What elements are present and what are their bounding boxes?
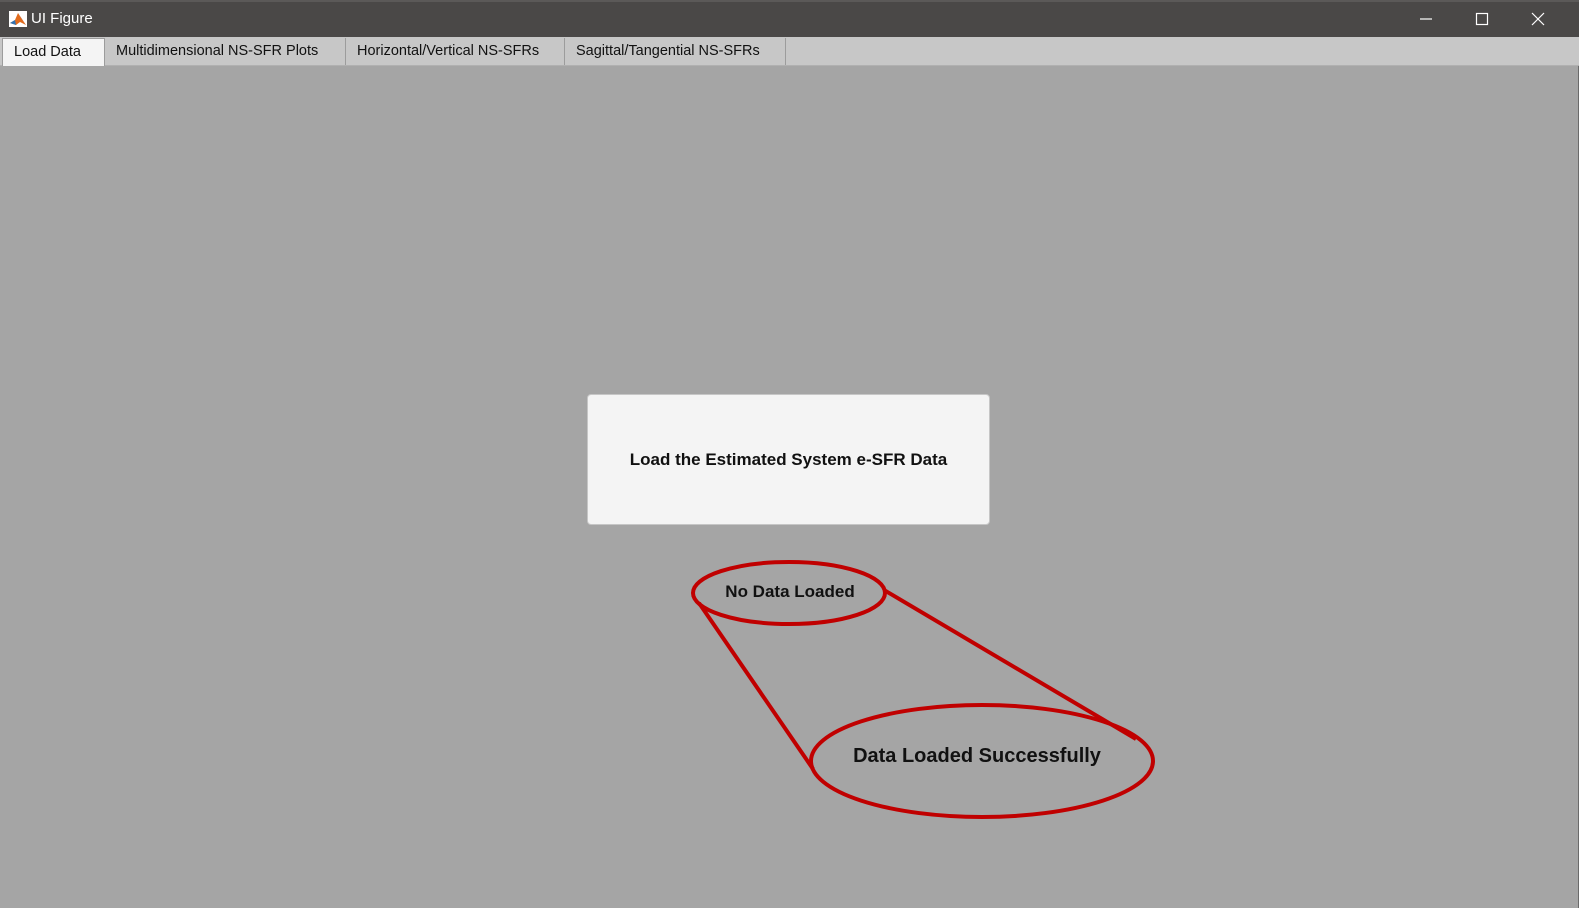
annotation-callout-text: Data Loaded Successfully — [853, 745, 1101, 767]
tab-bar: Load Data Multidimensional NS-SFR Plots … — [0, 37, 1579, 66]
tab-sagittal-tangential-ns-sfrs[interactable]: Sagittal/Tangential NS-SFRs — [565, 38, 786, 65]
title-bar[interactable]: UI Figure — [0, 0, 1579, 37]
maximize-icon — [1475, 12, 1489, 26]
tab-multidimensional-ns-sfr-plots[interactable]: Multidimensional NS-SFR Plots — [105, 38, 346, 65]
maximize-button[interactable] — [1454, 0, 1510, 37]
close-icon — [1531, 12, 1545, 26]
minimize-button[interactable] — [1398, 0, 1454, 37]
minimize-icon — [1419, 12, 1433, 26]
tab-load-data[interactable]: Load Data — [2, 38, 105, 66]
ui-figure-window: UI Figure Load Data Multidimensional NS-… — [0, 0, 1579, 908]
data-status-label: No Data Loaded — [725, 582, 855, 601]
load-esfr-data-button[interactable]: Load the Estimated System e-SFR Data — [587, 394, 990, 525]
matlab-icon — [9, 11, 27, 27]
title-bar-edge — [0, 0, 1579, 2]
window-title: UI Figure — [31, 10, 93, 27]
tab-horizontal-vertical-ns-sfrs[interactable]: Horizontal/Vertical NS-SFRs — [346, 38, 565, 65]
close-button[interactable] — [1510, 0, 1566, 37]
